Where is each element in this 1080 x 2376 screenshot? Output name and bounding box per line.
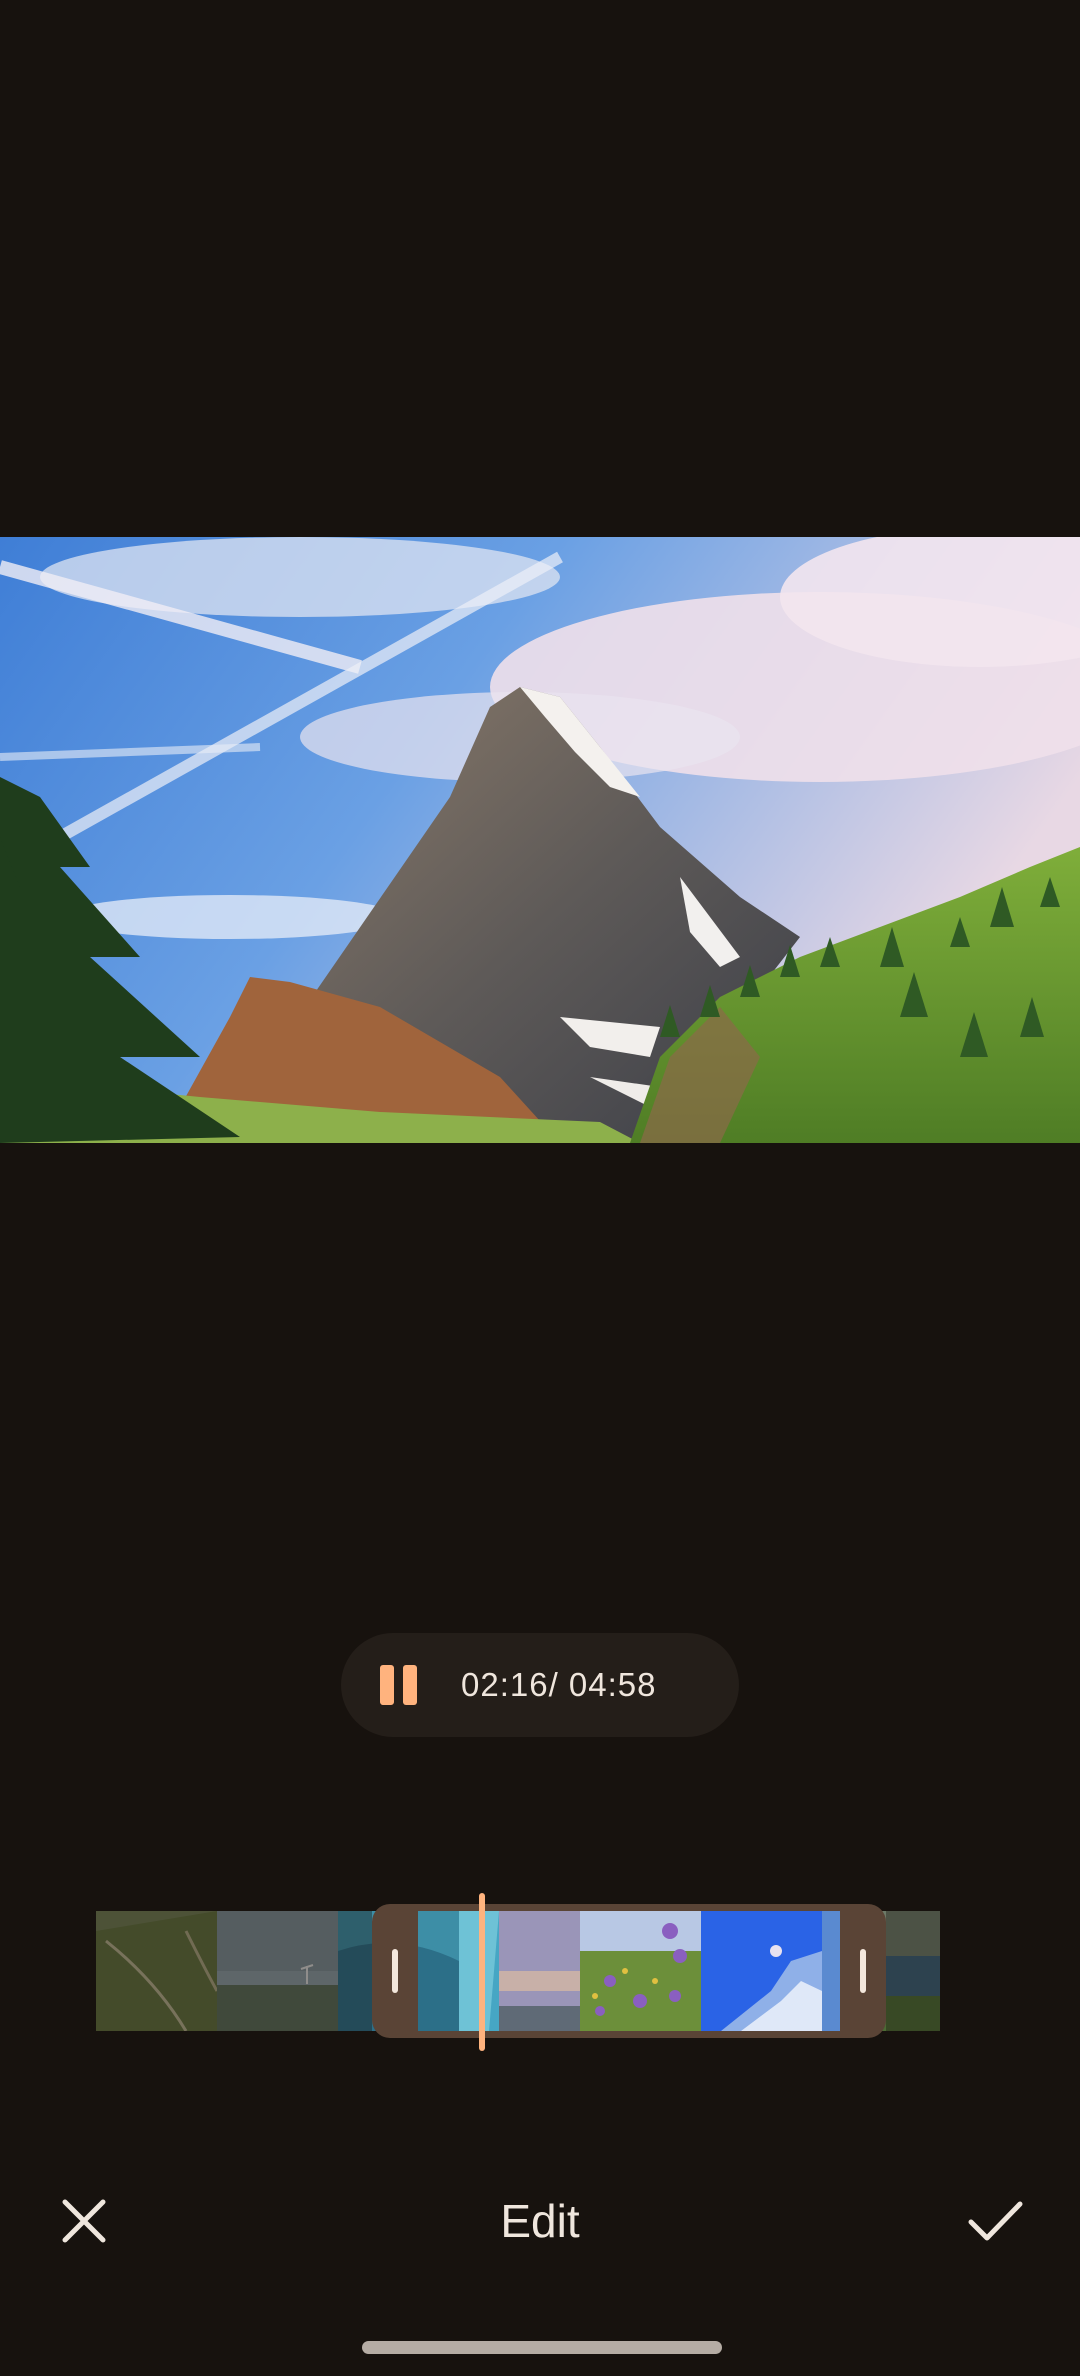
trim-handle-start[interactable] — [372, 1904, 418, 2038]
checkmark-icon — [968, 2201, 1023, 2241]
trim-handle-end[interactable] — [840, 1904, 886, 2038]
drag-grip-icon — [860, 1949, 866, 1993]
close-icon — [62, 2199, 106, 2243]
timeline-filmstrip[interactable] — [96, 1911, 940, 2031]
pause-icon — [403, 1665, 417, 1705]
home-gesture-bar[interactable] — [362, 2341, 722, 2354]
confirm-button[interactable] — [962, 2191, 1030, 2251]
pause-button[interactable] — [377, 1663, 421, 1707]
time-readout: 02:16/ 04:58 — [461, 1666, 657, 1703]
close-button[interactable] — [54, 2191, 114, 2251]
video-editor-screen: 02:16/ 04:58 Edit — [0, 0, 1080, 2376]
timeline-thumbnail — [701, 1911, 822, 2031]
timeline-thumbnail — [217, 1911, 338, 2031]
playhead[interactable] — [479, 1893, 485, 2051]
video-preview[interactable] — [0, 537, 1080, 1143]
timeline-thumbnail — [459, 1911, 580, 2031]
playback-controls: 02:16/ 04:58 — [341, 1633, 739, 1737]
page-title: Edit — [500, 2195, 580, 2247]
mountain-landscape-image — [0, 537, 1080, 1143]
timeline-thumbnail — [580, 1911, 701, 2031]
drag-grip-icon — [392, 1949, 398, 1993]
timeline-thumbnail — [96, 1911, 217, 2031]
pause-icon — [380, 1665, 394, 1705]
